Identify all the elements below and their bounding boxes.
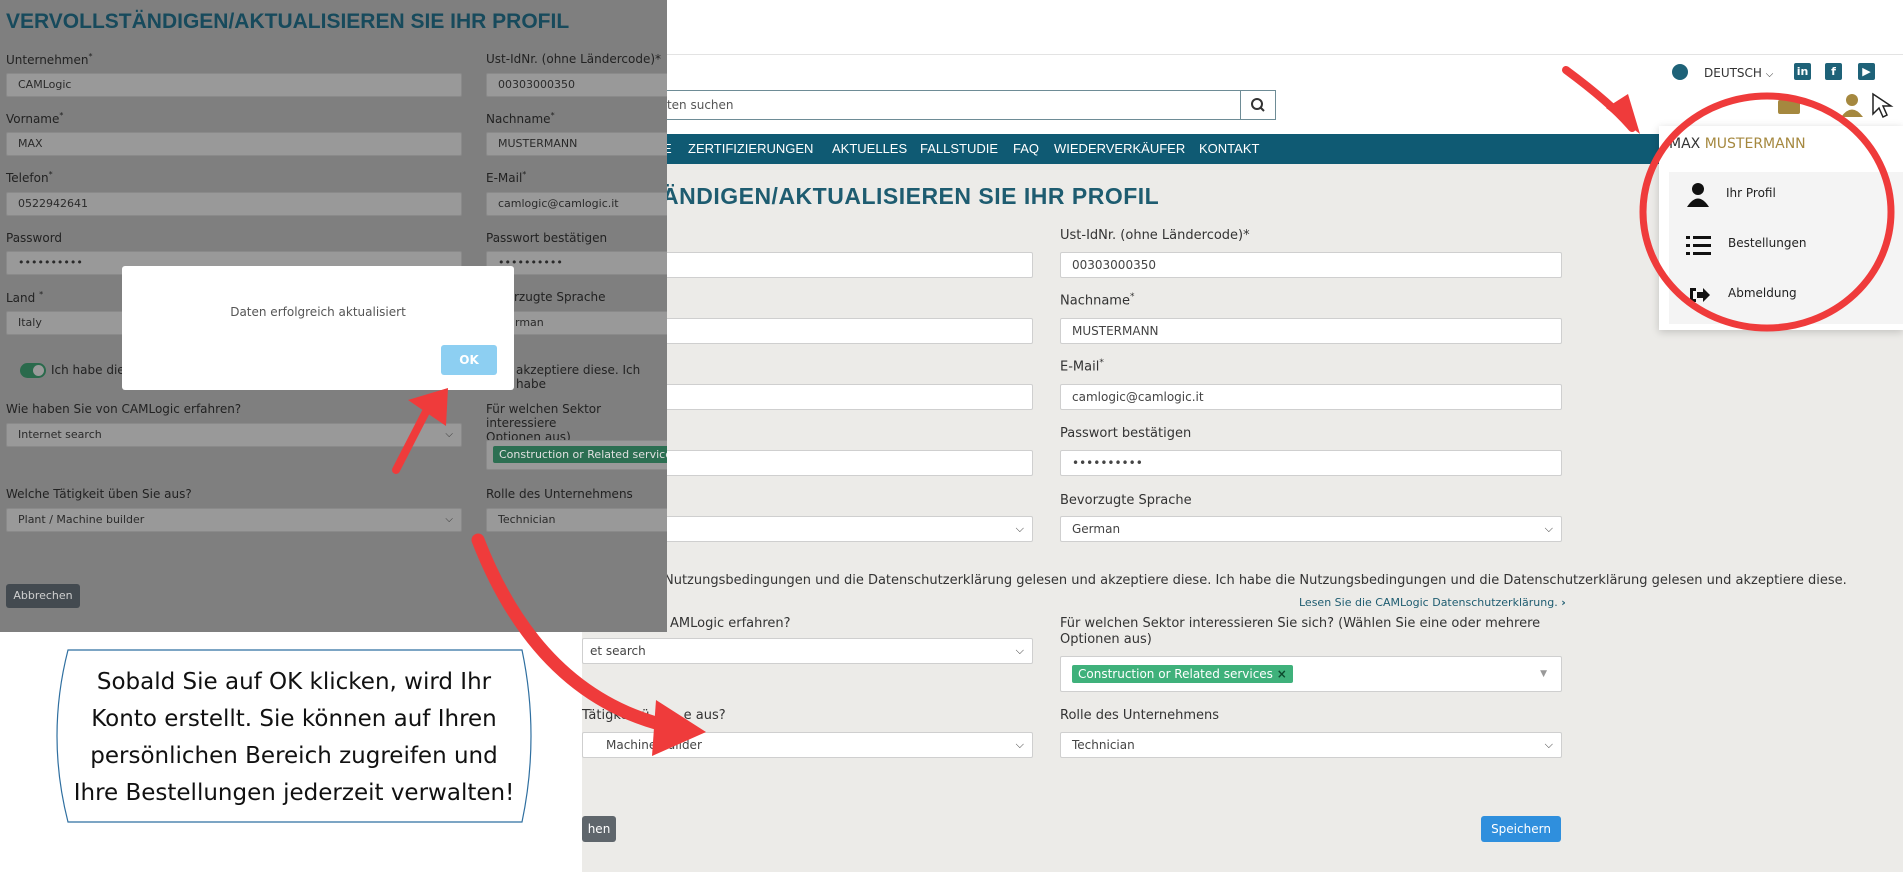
confirm-password-label: Passwort bestätigen [486,231,608,245]
language-pref-select[interactable]: German ⌵ [1060,516,1562,542]
cancel-button[interactable]: Abbrechen [6,584,80,608]
chevron-down-icon: ⌵ [1015,738,1024,751]
search-placeholder: kten suchen [660,98,734,112]
chevron-down-icon: ⌵ [445,514,453,525]
chevron-down-icon: ⌵ [445,429,453,440]
email-label: E-Mail* [1060,358,1104,375]
profile-icon [1687,183,1709,207]
phone-label: Telefon* [6,170,53,185]
role-label: Rolle des Unternehmens [1060,708,1220,723]
cursor-icon [1872,92,1894,119]
phone-field[interactable]: 0522942641 [6,192,462,216]
cancel-button[interactable]: hen [582,816,616,842]
user-icon[interactable] [1840,92,1864,118]
user-name: MAX MUSTERMANN [1669,136,1806,152]
vat-field[interactable]: 00303000350 [486,73,667,97]
terms-text: Ich habe die [51,363,125,377]
header-divider [582,54,1903,55]
firstname-label: Vorname* [6,111,64,126]
company-label: Unternehmen* [6,52,93,67]
lastname-field[interactable]: MUSTERMANN [486,132,667,156]
bubble-line: Konto erstellt. Sie können auf Ihren [91,706,497,732]
nav-item-resellers[interactable]: WIEDERVERKÄUFER [1054,141,1185,156]
remove-tag-icon[interactable]: × [1277,667,1287,681]
sector-label: Für welchen Sektor interessieren Sie sic… [1060,616,1541,647]
logout-icon [1690,288,1710,302]
cart-icon[interactable] [1778,100,1800,114]
activity-label: Welche Tätigkeit üben Sie aus? [6,487,192,501]
email-field[interactable]: camlogic@camlogic.it [486,192,667,216]
page-title: ÄNDIGEN/AKTUALISIEREN SIE IHR PROFIL [662,183,1160,209]
menu-item-profile[interactable]: Ihr Profil [1726,186,1776,200]
privacy-link[interactable]: Lesen Sie die CAMLogic Datenschutzerklär… [1299,596,1566,609]
vat-label: Ust-IdNr. (ohne Ländercode)* [1060,228,1250,243]
chevron-down-icon: ⌵ [1544,738,1553,751]
confirm-password-field[interactable]: •••••••••• [1060,450,1562,476]
source-select[interactable]: Internet search ⌵ [6,423,462,447]
bubble-line: Sobald Sie auf OK klicken, wird Ihr [96,669,492,695]
linkedin-icon[interactable]: in [1794,63,1811,80]
chevron-down-icon: ▼ [1540,669,1547,679]
chevron-right-icon: › [1561,596,1566,609]
facebook-icon[interactable]: f [1825,63,1842,80]
youtube-icon[interactable]: ▶ [1858,63,1875,80]
overlay-title: VERVOLLSTÄNDIGEN/AKTUALISIEREN SIE IHR P… [6,10,570,33]
terms-toggle[interactable] [20,363,46,378]
confirm-password-label: Passwort bestätigen [1060,426,1192,441]
lastname-label: Nachname* [1060,292,1135,309]
search-icon [1251,98,1265,112]
language-pref-label: rzugte Sprache [514,290,606,304]
source-select[interactable]: et search ⌵ [582,638,1033,664]
dialog-message: Daten erfolgreich aktualisiert [230,305,406,319]
vat-field[interactable]: 00303000350 [1060,252,1562,278]
sector-label: Für welchen Sektor interessiere Optionen … [486,402,602,444]
role-label: Rolle des Unternehmens [486,487,633,501]
menu-item-orders[interactable]: Bestellungen [1728,236,1806,250]
role-select[interactable]: Technician ⌵ [1060,732,1562,758]
nav-item-certifications[interactable]: ZERTIFIZIERUNGEN [688,141,813,156]
lastname-field[interactable]: MUSTERMANN [1060,318,1562,344]
lastname-label: Nachname* [486,111,555,126]
activity-select[interactable]: Plant / Machine builder ⌵ [6,508,462,532]
bubble-text: Sobald Sie auf OK klicken, wird Ihr Kont… [54,664,534,812]
language-pref-label: Bevorzugte Sprache [1060,493,1192,508]
source-label: Wie haben Sie von CAMLogic erfahren? [6,402,242,416]
menu-item-logout[interactable]: Abmeldung [1728,286,1797,300]
nav-item-case-study[interactable]: FALLSTUDIE [920,141,998,156]
nav-item-faq[interactable]: FAQ [1013,141,1039,156]
company-field[interactable]: CAMLogic [6,73,462,97]
list-icon [1686,236,1711,255]
sector-multiselect[interactable]: Construction or Related services × ▼ [1060,656,1562,692]
bubble-line: persönlichen Bereich zugreifen und [90,743,498,769]
nav-item-contact[interactable]: KONTAKT [1199,141,1259,156]
chevron-down-icon: ⌵ [1015,644,1024,657]
firstname-field[interactable]: MAX [6,132,462,156]
save-button[interactable]: Speichern [1481,816,1561,842]
chevron-down-icon: ⌵ [1544,522,1553,535]
email-label: E-Mail* [486,170,527,185]
language-label: DEUTSCH [1704,66,1762,80]
chevron-down-icon: ⌵ [1765,69,1774,80]
chevron-down-icon: ⌵ [1015,522,1024,535]
terms-text: Nutzungsbedingungen und die Datenschutze… [664,573,1847,588]
country-label: Land * [6,290,44,305]
globe-icon[interactable] [1672,64,1688,80]
email-field[interactable]: camlogic@camlogic.it [1060,384,1562,410]
search-button[interactable] [1240,90,1276,120]
activity-label: Tätigkeit ü e aus? [582,708,726,723]
nav-item-news[interactable]: AKTUELLES [832,141,907,156]
vat-label: Ust-IdNr. (ohne Ländercode)* [486,52,662,66]
activity-select[interactable]: Machine builder ⌵ [582,732,1033,758]
password-label: Password [6,231,63,245]
role-select[interactable]: Technician [486,508,667,532]
bubble-line: Ihre Bestellungen jederzeit verwalten! [73,780,515,806]
source-label: AMLogic erfahren? [670,616,791,631]
toggle-knob [33,365,44,376]
language-selector[interactable]: DEUTSCH ⌵ [1704,66,1773,80]
ok-button[interactable]: OK [441,345,497,375]
terms-text-right: akzeptiere diese. Ich habe [516,363,641,391]
sector-multiselect[interactable]: Construction or Related services [486,440,667,470]
sector-tag[interactable]: Construction or Related services [493,446,667,463]
sector-tag[interactable]: Construction or Related services × [1072,665,1293,683]
